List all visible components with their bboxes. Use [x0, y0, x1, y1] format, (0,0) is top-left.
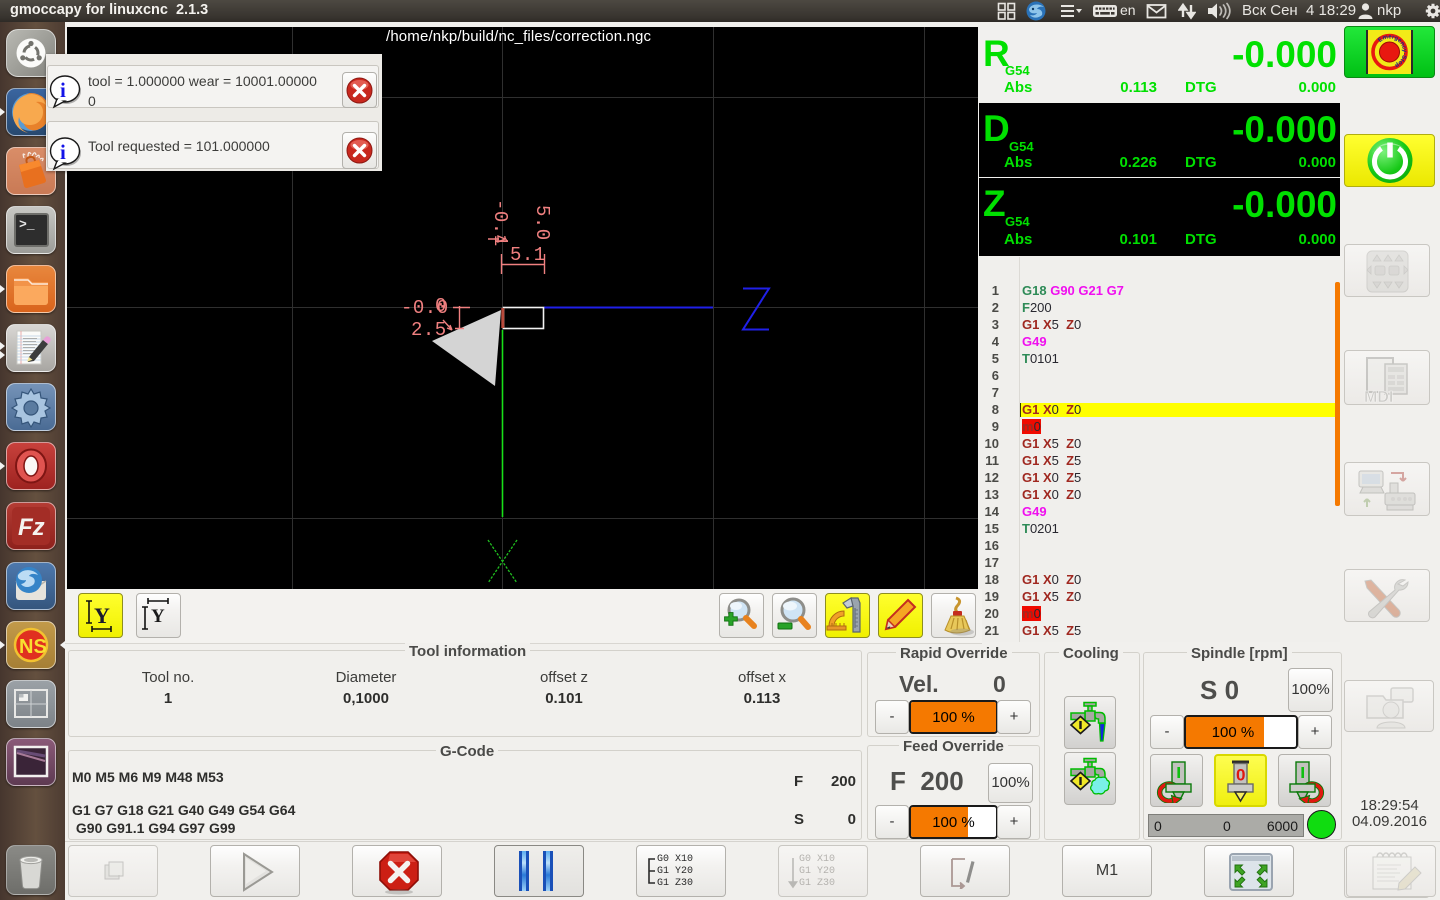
svg-text:Fz: Fz — [18, 514, 45, 541]
svg-text:2.5: 2.5 — [411, 319, 447, 341]
svg-text:5.0: 5.0 — [531, 205, 553, 241]
svg-text:MDI: MDI — [1364, 389, 1393, 404]
svg-text:Y: Y — [151, 606, 165, 627]
svg-text:Y: Y — [94, 603, 110, 628]
svg-text:0: 0 — [1236, 766, 1245, 785]
svg-text:NS: NS — [19, 636, 47, 658]
svg-text:i: i — [60, 140, 66, 164]
svg-text:i: i — [60, 78, 66, 102]
svg-text:0: 0 — [435, 295, 447, 317]
svg-text:5.1: 5.1 — [510, 244, 546, 266]
